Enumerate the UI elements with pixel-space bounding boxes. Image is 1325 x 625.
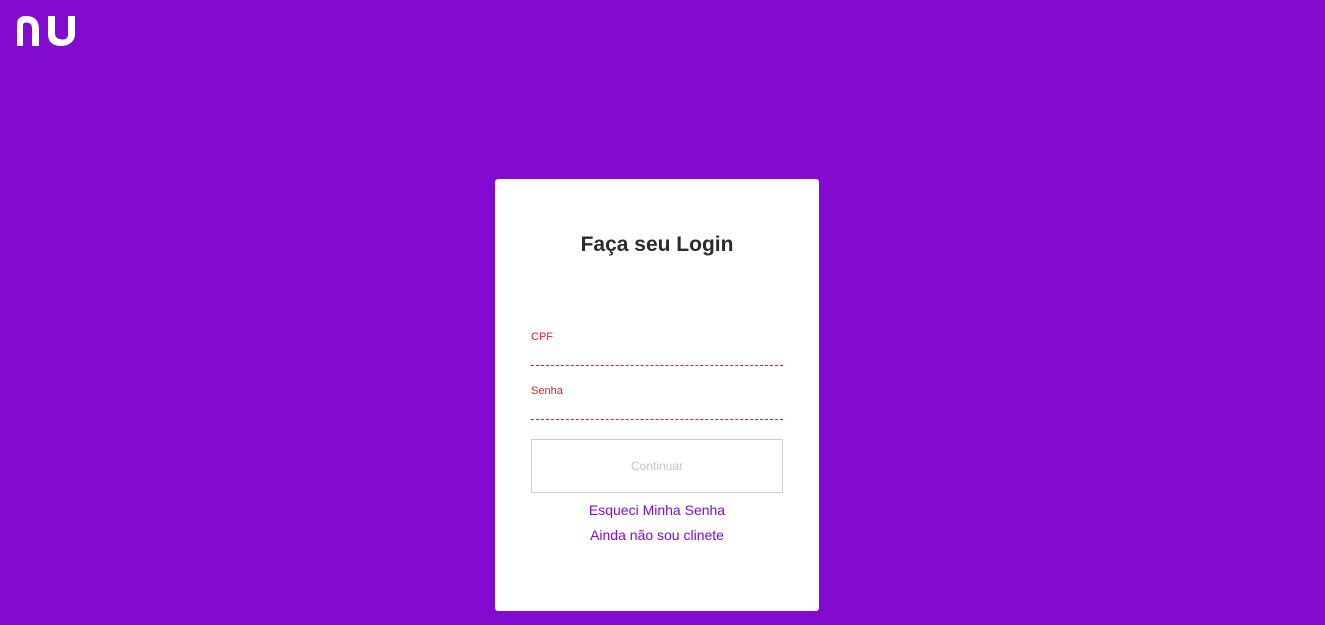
login-card: Faça seu Login CPF Senha Continuar Esque…: [495, 179, 819, 611]
cpf-label: CPF: [531, 331, 553, 343]
cpf-input[interactable]: [531, 343, 783, 366]
not-client-link[interactable]: Ainda não sou clinete: [495, 527, 819, 543]
senha-field: Senha: [531, 385, 783, 420]
forgot-password-link[interactable]: Esqueci Minha Senha: [495, 502, 819, 518]
nu-logo-icon: [17, 16, 75, 46]
login-title: Faça seu Login: [580, 233, 734, 256]
senha-label: Senha: [531, 385, 563, 397]
continue-button[interactable]: Continuar: [531, 439, 783, 493]
login-page: Faça seu Login CPF Senha Continuar Esque…: [0, 0, 1325, 625]
senha-input[interactable]: [531, 397, 783, 420]
nubank-logo: [15, 15, 77, 47]
cpf-field: CPF: [531, 331, 783, 366]
